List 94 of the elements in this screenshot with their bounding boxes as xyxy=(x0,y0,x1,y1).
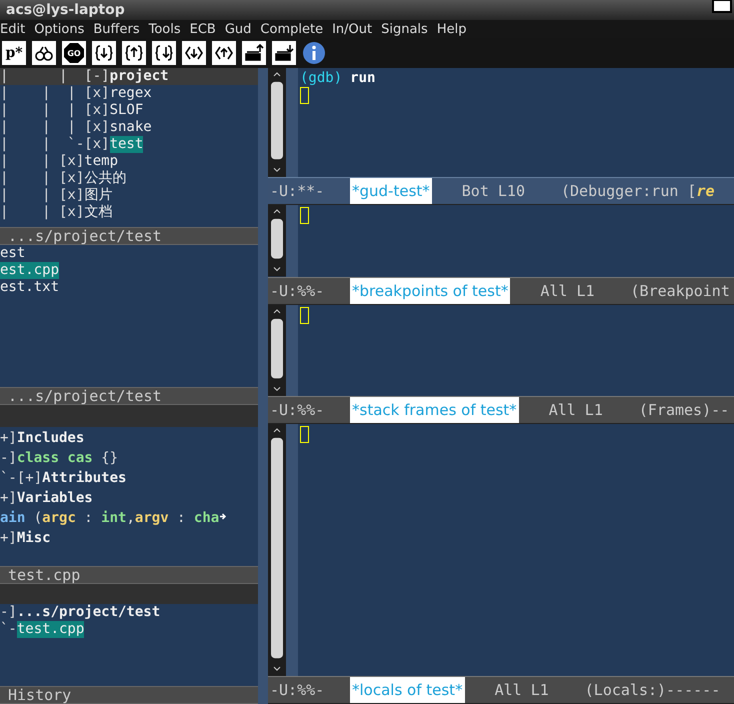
tree-guide: | | [x] xyxy=(0,170,84,187)
method-token: Includes xyxy=(16,428,84,448)
menu-item[interactable]: ECB xyxy=(190,22,216,36)
buffer-status: -U:%%- xyxy=(269,681,326,699)
major-mode: (Locals:)------ xyxy=(584,681,720,699)
gdb-command: run xyxy=(350,70,376,87)
method-token: Attributes xyxy=(42,468,126,488)
method-token: +] xyxy=(0,528,17,548)
method-token: : xyxy=(83,508,94,528)
scrollbar[interactable] xyxy=(268,68,286,178)
major-mode: (Frames)-- xyxy=(638,400,730,419)
tree-node[interactable]: regex xyxy=(110,85,152,102)
tree-node[interactable]: project xyxy=(110,68,169,85)
method-token: `-[+] xyxy=(0,468,42,488)
tray-tool[interactable] xyxy=(272,41,296,65)
method-token: Variables xyxy=(16,488,93,508)
method-token: int xyxy=(101,508,126,528)
scrollbar[interactable] xyxy=(268,424,286,676)
buffer-status: -U:%%- xyxy=(269,400,326,419)
tree-guide: | | | [x] xyxy=(0,102,110,119)
menu-item[interactable]: Gud xyxy=(224,22,252,36)
menu-item[interactable]: In/Out xyxy=(332,22,372,36)
method-token: argv xyxy=(134,508,169,528)
buffer-name: *locals of test* xyxy=(350,677,465,703)
step-tool[interactable] xyxy=(152,41,176,65)
method-token: -] xyxy=(0,448,17,468)
text-cursor xyxy=(300,426,309,443)
window-button[interactable] xyxy=(712,0,732,13)
gdb-prompt: (gdb) xyxy=(300,70,342,87)
method-token: ( xyxy=(32,508,42,528)
tree-node[interactable]: test xyxy=(110,136,144,153)
print-tool[interactable]: p* xyxy=(2,41,26,65)
buffer-position: Bot L10 xyxy=(462,182,525,200)
tree-guide: | | [x] xyxy=(0,153,84,170)
menu-item[interactable]: Help xyxy=(436,22,466,36)
go-tool[interactable]: GO xyxy=(62,41,86,65)
major-mode: (Debugger:run [re xyxy=(561,182,715,200)
step-tool[interactable] xyxy=(92,41,116,65)
menu-item[interactable]: Tools xyxy=(148,22,181,36)
step-tool[interactable] xyxy=(122,41,146,65)
tree-guide: | | [x] xyxy=(0,187,84,204)
menu-item[interactable]: Complete xyxy=(260,22,324,36)
method-token: ain xyxy=(0,508,26,528)
text-cursor xyxy=(300,207,309,224)
info-icon[interactable] xyxy=(302,41,326,65)
text-cursor xyxy=(300,306,309,324)
tree-guide: | | [-] xyxy=(0,68,110,85)
text-cursor xyxy=(300,87,309,104)
tree-node[interactable]: test.cpp xyxy=(16,621,84,638)
source-file[interactable]: est xyxy=(0,245,26,262)
method-token: {} xyxy=(100,448,118,468)
buffer-name: *breakpoints of test* xyxy=(350,278,510,304)
window-title: acs@lys-laptop xyxy=(6,2,125,18)
scrollbar[interactable] xyxy=(268,205,286,277)
buffer-position: All L1 xyxy=(540,282,595,300)
frame-tool[interactable] xyxy=(212,41,236,65)
method-token: class cas xyxy=(16,448,93,468)
tree-guide: | | | [x] xyxy=(0,119,110,136)
source-file[interactable]: est.txt xyxy=(0,279,60,296)
buffer-status: -U:**- xyxy=(269,182,326,200)
method-token: : xyxy=(176,508,186,528)
tree-guide: | | | [x] xyxy=(0,85,110,102)
buffer-position: All L1 xyxy=(548,400,603,419)
glasses-tool[interactable] xyxy=(32,41,56,65)
method-token: argc xyxy=(42,508,76,528)
buffer-name: *gud-test* xyxy=(350,178,432,204)
frame-tool[interactable] xyxy=(182,41,206,65)
tree-guide: `- xyxy=(0,621,17,638)
menu-item[interactable]: Signals xyxy=(381,22,428,36)
tree-guide: | | `-[x] xyxy=(0,136,110,153)
menu-item[interactable]: Buffers xyxy=(93,22,140,36)
method-token: Misc xyxy=(16,528,51,548)
tree-guide: | | [x] xyxy=(0,204,84,221)
tree-node[interactable]: SLOF xyxy=(110,102,144,119)
tree-node[interactable]: ...s/project/test xyxy=(16,604,160,622)
method-token: +] xyxy=(0,488,17,508)
tree-node[interactable]: 文档 xyxy=(84,204,112,221)
tree-node[interactable]: temp xyxy=(84,153,118,170)
menu-item[interactable]: Options xyxy=(34,22,84,36)
tree-node[interactable]: 公共的 xyxy=(84,170,126,187)
buffer-status: -U:%%- xyxy=(269,282,326,300)
source-file[interactable]: est.cpp xyxy=(0,262,60,280)
tree-node[interactable]: snake xyxy=(110,119,152,136)
scrollbar[interactable] xyxy=(268,304,286,396)
method-token: cha xyxy=(194,508,220,528)
tree-node[interactable]: 图片 xyxy=(84,187,112,204)
major-mode: (Breakpoint xyxy=(630,282,730,300)
tree-guide: -] xyxy=(0,604,17,622)
menu-item[interactable]: Edit xyxy=(0,22,26,36)
buffer-position: All L1 xyxy=(494,681,549,699)
method-token: , xyxy=(126,508,135,528)
tray-tool[interactable] xyxy=(242,41,266,65)
method-token: +] xyxy=(0,428,17,448)
buffer-name: *stack frames of test* xyxy=(350,396,519,423)
